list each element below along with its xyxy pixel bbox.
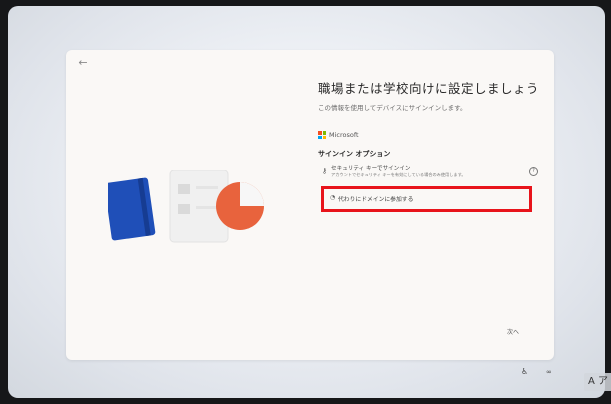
- clipboard-item: [196, 186, 218, 189]
- annotation-highlight-box: [321, 186, 532, 212]
- security-key-description: アカウントでセキュリティ キーを有効にしている場合のみ使用します。: [331, 172, 466, 177]
- arrow-left-icon: ←: [78, 56, 88, 69]
- microsoft-logo-icon: [318, 131, 326, 139]
- page-title: 職場または学校向けに設定しましょう: [318, 81, 540, 96]
- clipboard-item: [178, 184, 190, 194]
- clipboard-item: [196, 206, 218, 209]
- microsoft-logo: Microsoft: [318, 130, 359, 140]
- help-icon[interactable]: ?: [529, 167, 538, 176]
- brand-name: Microsoft: [329, 131, 359, 139]
- key-icon: ⚷: [322, 167, 328, 175]
- monitor-bezel: ← 職場または学校向けに設定しましょう この情報を使用してデバイスにサインインし…: [0, 0, 611, 404]
- sign-in-options-heading: サインイン オプション: [318, 150, 391, 158]
- clipboard-item: [178, 204, 190, 214]
- back-button[interactable]: ←: [74, 54, 92, 72]
- pie-chart-slice: [240, 182, 264, 206]
- page-subtitle: この情報を使用してデバイスにサインインします。: [318, 104, 467, 112]
- ime-indicator[interactable]: A ア: [584, 373, 611, 391]
- network-icon[interactable]: ∞: [546, 368, 552, 376]
- next-button[interactable]: 次へ: [498, 326, 528, 340]
- work-school-illustration: [108, 170, 264, 243]
- security-key-title: セキュリティ キーでサインイン: [331, 166, 411, 172]
- accessibility-icon[interactable]: ♿: [521, 367, 528, 376]
- security-key-option[interactable]: ⚷ セキュリティ キーでサインイン アカウントでセキュリティ キーを有効にしてい…: [322, 164, 542, 184]
